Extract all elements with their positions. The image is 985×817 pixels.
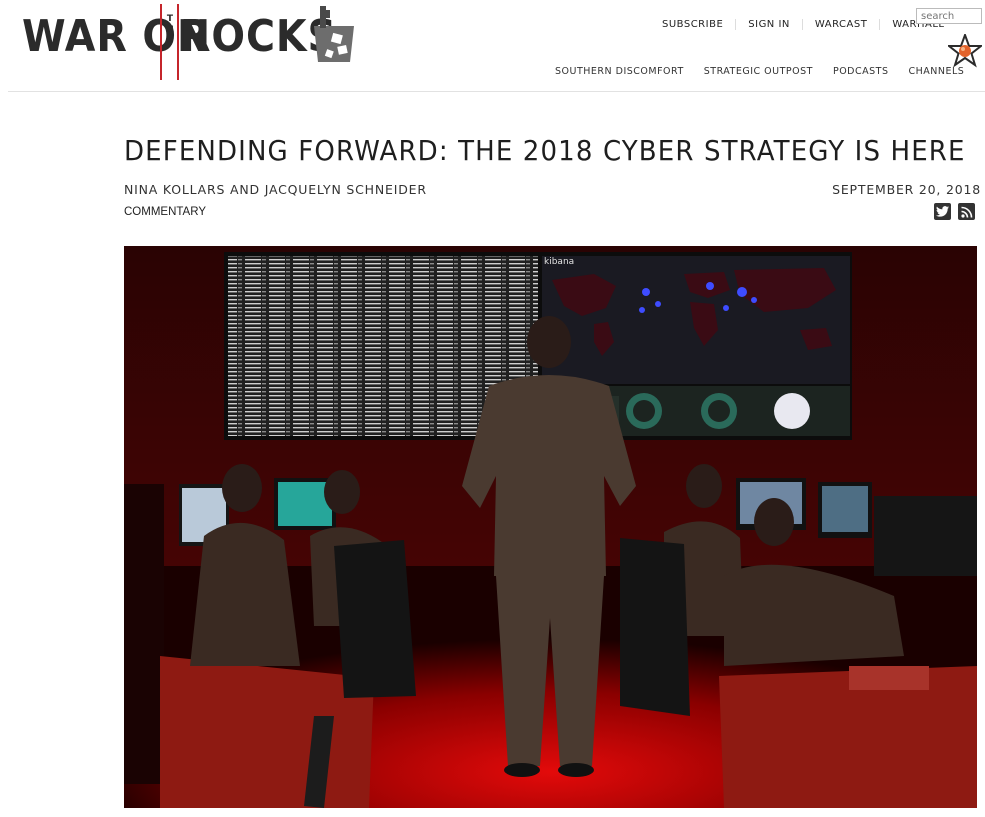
- search-input[interactable]: [916, 8, 982, 24]
- nav-channels[interactable]: CHANNELS: [909, 66, 965, 77]
- nav-warcast[interactable]: WARCAST: [801, 18, 879, 30]
- logo-the: T H E: [166, 14, 174, 46]
- operations-center-photo: kibana: [124, 246, 977, 808]
- hero-image: kibana: [124, 246, 977, 808]
- logo-divider: [160, 4, 162, 80]
- rocks-glass-icon: [314, 6, 354, 62]
- site-header: WAR ON T H E ROCKS SUBSCRIBE SIGN IN WAR…: [0, 0, 985, 92]
- article-category-link[interactable]: COMMENTARY: [124, 206, 206, 218]
- article-title: DEFENDING FORWARD: THE 2018 CYBER STRATE…: [124, 134, 966, 167]
- star-badge-icon[interactable]: [948, 34, 982, 68]
- header-divider: [8, 91, 985, 92]
- article-date: SEPTEMBER 20, 2018: [832, 182, 981, 197]
- screen-app-label: kibana: [544, 257, 574, 267]
- nav-subscribe[interactable]: SUBSCRIBE: [650, 19, 735, 30]
- nav-strategic-outpost[interactable]: STRATEGIC OUTPOST: [704, 66, 813, 77]
- site-logo[interactable]: WAR ON T H E ROCKS: [22, 2, 362, 80]
- rss-icon[interactable]: [958, 203, 975, 220]
- article-authors[interactable]: NINA KOLLARS AND JACQUELYN SCHNEIDER: [124, 182, 427, 197]
- section-nav: SOUTHERN DISCOMFORT STRATEGIC OUTPOST PO…: [545, 66, 974, 77]
- twitter-icon[interactable]: [934, 203, 951, 220]
- nav-podcasts[interactable]: PODCASTS: [833, 66, 889, 77]
- logo-divider: [177, 4, 179, 80]
- top-nav: SUBSCRIBE SIGN IN WARCAST WARHALL: [650, 10, 956, 38]
- nav-southern-discomfort[interactable]: SOUTHERN DISCOMFORT: [555, 66, 684, 77]
- nav-sign-in[interactable]: SIGN IN: [735, 18, 802, 30]
- share-icons: [934, 203, 975, 220]
